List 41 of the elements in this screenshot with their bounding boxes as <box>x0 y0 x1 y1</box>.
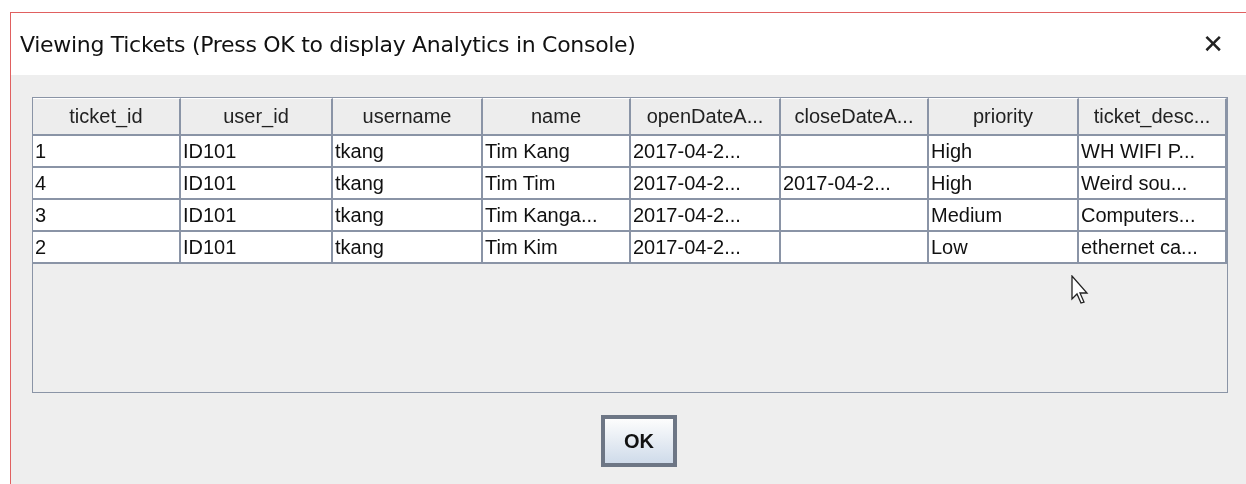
column-header[interactable]: priority <box>929 98 1079 136</box>
table-cell: ID101 <box>181 168 333 200</box>
table-cell: 2017-04-2... <box>631 168 781 200</box>
table-cell: ID101 <box>181 200 333 232</box>
close-button[interactable]: ✕ <box>1202 29 1224 59</box>
table-cell: Tim Kanga... <box>483 200 631 232</box>
column-header[interactable]: user_id <box>181 98 333 136</box>
column-header[interactable]: ticket_id <box>33 98 181 136</box>
column-header[interactable]: openDateA... <box>631 98 781 136</box>
table-cell: 1 <box>33 136 181 168</box>
table-cell: 2017-04-2... <box>631 200 781 232</box>
table-cell: 3 <box>33 200 181 232</box>
table-cell: ID101 <box>181 136 333 168</box>
table-cell: Computers... <box>1079 200 1227 232</box>
window-title: Viewing Tickets (Press OK to display Analytics in Console) <box>20 31 636 57</box>
table-cell: 2 <box>33 232 181 264</box>
table-cell: Tim Kim <box>483 232 631 264</box>
table-cell: 2017-04-2... <box>781 168 929 200</box>
table-cell: tkang <box>333 232 483 264</box>
table-cell: WH WIFI P... <box>1079 136 1227 168</box>
table-cell: 2017-04-2... <box>631 232 781 264</box>
table-cell: High <box>929 136 1079 168</box>
table-cell: 2017-04-2... <box>631 136 781 168</box>
column-header[interactable]: name <box>483 98 631 136</box>
table-cell: 4 <box>33 168 181 200</box>
column-header[interactable]: ticket_desc... <box>1079 98 1227 136</box>
table-cell: tkang <box>333 168 483 200</box>
table-cell: Tim Kang <box>483 136 631 168</box>
table-cell: Low <box>929 232 1079 264</box>
table-cell: Medium <box>929 200 1079 232</box>
column-header[interactable]: username <box>333 98 483 136</box>
table-cell: tkang <box>333 200 483 232</box>
table-cell: Tim Tim <box>483 168 631 200</box>
column-header[interactable]: closeDateA... <box>781 98 929 136</box>
table-cell: High <box>929 168 1079 200</box>
table-cell: ID101 <box>181 232 333 264</box>
table-cell: ethernet ca... <box>1079 232 1227 264</box>
table-cell: tkang <box>333 136 483 168</box>
mouse-pointer-icon <box>1071 275 1091 305</box>
ok-button[interactable]: OK <box>601 415 677 467</box>
table-cell: Weird sou... <box>1079 168 1227 200</box>
